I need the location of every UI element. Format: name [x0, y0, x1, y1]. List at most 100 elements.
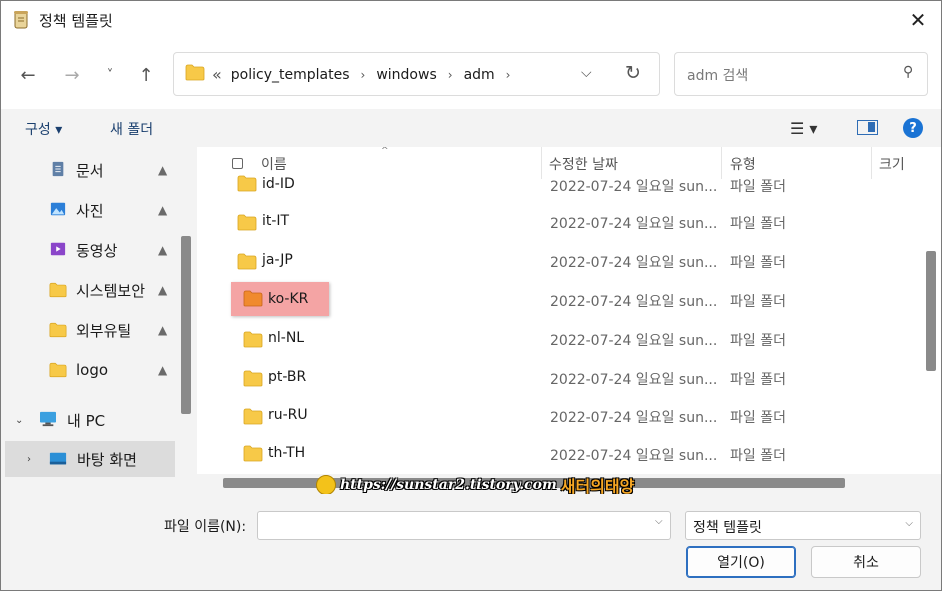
- pc-icon: [40, 411, 56, 427]
- sidebar-scrollbar-thumb[interactable]: [181, 236, 191, 414]
- pin-icon: ▲: [158, 323, 168, 337]
- new-folder-button[interactable]: 새 폴더: [110, 119, 153, 139]
- file-list: ^ 이름 수정한 날짜 유형 크기 id-ID 2022-07-24 일요일 s…: [197, 147, 941, 494]
- file-type: 파일 폴더: [730, 372, 786, 388]
- breadcrumb-overflow-icon[interactable]: «: [212, 65, 222, 84]
- preview-pane-icon[interactable]: [857, 120, 878, 135]
- refresh-button[interactable]: ↻: [625, 62, 641, 84]
- close-button[interactable]: ✕: [903, 5, 933, 35]
- scroll-icon: [14, 11, 28, 29]
- filename-input[interactable]: [257, 511, 671, 540]
- sidebar-item-label: 사진: [76, 201, 104, 220]
- file-type: 파일 폴더: [730, 294, 786, 310]
- sidebar-item-label: logo: [76, 361, 109, 379]
- pin-icon: ▲: [158, 243, 168, 257]
- pin-icon: ▲: [158, 283, 168, 297]
- file-date: 2022-07-24 일요일 sun...: [550, 448, 718, 464]
- breadcrumb-separator-icon[interactable]: ›: [361, 68, 366, 82]
- file-name: id-ID: [262, 176, 295, 192]
- cancel-button[interactable]: 취소: [811, 546, 921, 578]
- chevron-down-icon[interactable]: ⌵: [905, 518, 913, 529]
- sidebar-item-documents[interactable]: 문서 ▲: [1, 152, 177, 188]
- breadcrumb-separator-icon[interactable]: ›: [448, 68, 453, 82]
- help-icon[interactable]: ?: [903, 118, 923, 138]
- file-row[interactable]: it-IT 2022-07-24 일요일 sun... 파일 폴더: [201, 204, 917, 242]
- folder-icon: [49, 322, 67, 338]
- picture-icon: [50, 202, 66, 216]
- file-row[interactable]: th-TH 2022-07-24 일요일 sun... 파일 폴더: [201, 437, 917, 475]
- desktop-icon: [49, 452, 67, 465]
- sidebar-item-label: 바탕 화면: [77, 450, 137, 469]
- document-icon: [52, 161, 64, 177]
- folder-icon: [243, 445, 263, 462]
- folder-icon: [243, 290, 263, 307]
- window-title: 정책 템플릿: [39, 12, 113, 30]
- file-type: 파일 폴더: [730, 410, 786, 426]
- file-type: 파일 폴더: [730, 333, 786, 349]
- file-open-dialog: 정책 템플릿 ✕ ← → ˅ ↑ « policy_templates › wi…: [0, 0, 942, 591]
- breadcrumb-item-adm[interactable]: adm: [464, 67, 495, 83]
- file-name: it-IT: [262, 213, 290, 229]
- chevron-down-icon[interactable]: ⌄: [15, 415, 23, 426]
- vertical-scrollbar-thumb[interactable]: [926, 251, 936, 371]
- sidebar-item-label: 시스템보안: [76, 281, 146, 300]
- navigation-bar: ← → ˅ ↑ « policy_templates › windows › a…: [1, 39, 941, 109]
- forward-button[interactable]: →: [60, 63, 84, 87]
- filename-label: 파일 이름(N):: [164, 519, 247, 535]
- file-name: ja-JP: [262, 252, 293, 268]
- sidebar-item-system-security[interactable]: 시스템보안 ▲: [1, 272, 177, 308]
- breadcrumb-item-windows[interactable]: windows: [376, 67, 436, 83]
- breadcrumb: « policy_templates › windows › adm ›: [212, 65, 521, 84]
- file-date: 2022-07-24 일요일 sun...: [550, 333, 718, 349]
- organize-button[interactable]: 구성 ▾: [25, 119, 62, 139]
- file-row[interactable]: ru-RU 2022-07-24 일요일 sun... 파일 폴더: [201, 398, 917, 436]
- up-button[interactable]: ↑: [134, 63, 158, 87]
- file-name: nl-NL: [268, 330, 305, 346]
- back-button[interactable]: ←: [16, 63, 40, 87]
- file-name: ru-RU: [268, 407, 308, 423]
- emoji-face-icon: [316, 475, 336, 495]
- address-bar[interactable]: « policy_templates › windows › adm › ⌵ ↻: [173, 52, 660, 96]
- recent-locations-button[interactable]: ˅: [98, 63, 122, 87]
- chevron-down-icon[interactable]: ⌵: [655, 516, 663, 527]
- file-name: pt-BR: [268, 369, 307, 385]
- address-dropdown-icon[interactable]: ⌵: [581, 65, 592, 81]
- file-type-selected: 정책 템플릿: [693, 520, 762, 536]
- command-bar: 구성 ▾ 새 폴더 ☰ ▾ ?: [1, 109, 941, 147]
- chevron-right-icon[interactable]: ›: [27, 454, 31, 465]
- sidebar-item-label: 외부유틸: [76, 321, 132, 340]
- sidebar-item-label: 문서: [76, 161, 104, 180]
- folder-icon: [237, 214, 257, 231]
- sidebar-item-label: 동영상: [76, 241, 118, 260]
- sidebar-item-this-pc[interactable]: ⌄ 내 PC: [1, 402, 177, 438]
- select-all-checkbox[interactable]: [232, 158, 243, 169]
- sidebar-item-external-utils[interactable]: 외부유틸 ▲: [1, 312, 177, 348]
- pin-icon: ▲: [158, 163, 168, 177]
- open-button[interactable]: 열기(O): [686, 546, 796, 578]
- file-row[interactable]: ko-KR 2022-07-24 일요일 sun... 파일 폴더: [201, 282, 917, 320]
- breadcrumb-item-policy-templates[interactable]: policy_templates: [231, 67, 350, 83]
- file-date: 2022-07-24 일요일 sun...: [550, 410, 718, 426]
- search-box[interactable]: adm 검색 ⚲: [674, 52, 928, 96]
- file-date: 2022-07-24 일요일 sun...: [550, 216, 718, 232]
- sidebar-item-pictures[interactable]: 사진 ▲: [1, 192, 177, 228]
- file-name: th-TH: [268, 445, 306, 461]
- file-type: 파일 폴더: [730, 216, 786, 232]
- breadcrumb-separator-icon[interactable]: ›: [506, 68, 511, 82]
- file-date: 2022-07-24 일요일 sun...: [550, 255, 718, 271]
- navigation-pane: 문서 ▲ 사진 ▲ 동영상 ▲ 시스템보안 ▲ 외부유틸 ▲ logo ▲ ⌄ …: [1, 147, 193, 494]
- file-row[interactable]: ja-JP 2022-07-24 일요일 sun... 파일 폴더: [201, 243, 917, 281]
- sidebar-item-videos[interactable]: 동영상 ▲: [1, 232, 177, 268]
- search-icon: ⚲: [902, 64, 913, 80]
- sidebar-item-desktop[interactable]: › 바탕 화면: [5, 441, 175, 477]
- folder-icon: [243, 408, 263, 425]
- file-row[interactable]: id-ID 2022-07-24 일요일 sun... 파일 폴더: [201, 169, 917, 207]
- file-type-select[interactable]: 정책 템플릿 ⌵: [685, 511, 921, 540]
- search-input[interactable]: adm 검색: [687, 65, 748, 85]
- file-row[interactable]: pt-BR 2022-07-24 일요일 sun... 파일 폴더: [201, 360, 917, 398]
- title-bar: 정책 템플릿 ✕: [1, 1, 941, 39]
- video-icon: [50, 242, 66, 256]
- sidebar-item-logo[interactable]: logo ▲: [1, 352, 177, 388]
- view-options-button[interactable]: ☰ ▾: [790, 119, 817, 138]
- file-row[interactable]: nl-NL 2022-07-24 일요일 sun... 파일 폴더: [201, 321, 917, 359]
